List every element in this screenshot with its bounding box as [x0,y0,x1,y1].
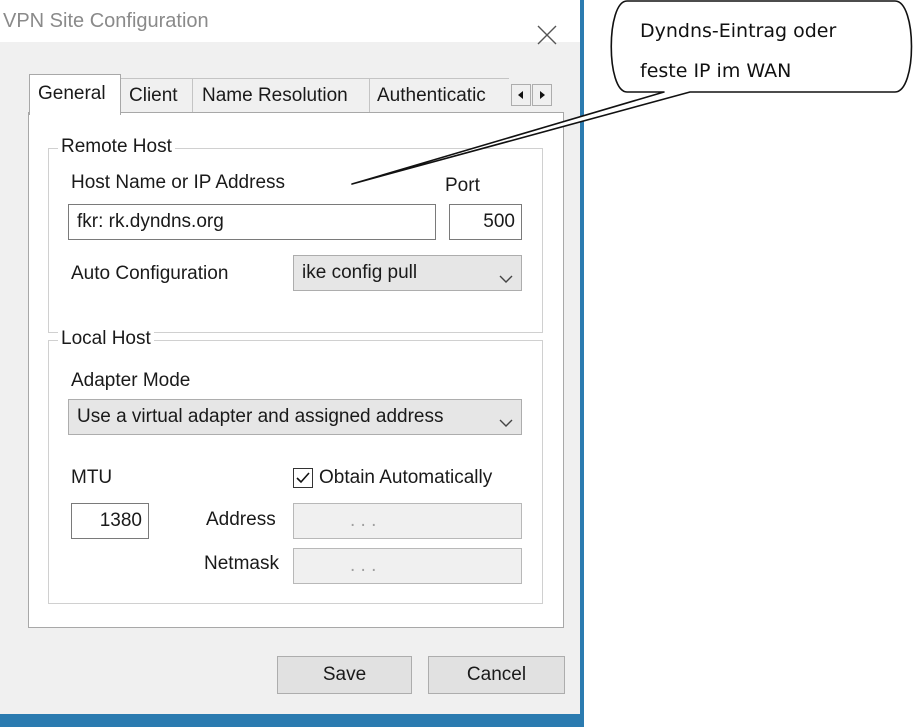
tab-client-label: Client [129,85,178,106]
auto-configuration-value: ike config pull [302,262,418,283]
obtain-automatically-checkbox[interactable] [293,468,313,488]
obtain-automatically-label: Obtain Automatically [319,467,493,488]
checkmark-icon [296,472,310,484]
tab-general-label: General [38,83,106,104]
chevron-down-icon [499,412,513,434]
host-name-input[interactable]: fkr: rk.dyndns.org [68,204,436,240]
mtu-label: MTU [71,467,113,488]
local-host-group: Local Host Adapter Mode Use a virtual ad… [48,328,543,604]
remote-host-legend: Remote Host [58,136,175,158]
auto-configuration-label: Auto Configuration [71,263,229,284]
dialog-window: VPN Site Configuration General Client Na… [0,0,584,727]
window-title: VPN Site Configuration [3,10,209,32]
auto-configuration-select[interactable]: ike config pull [293,255,522,291]
netmask-label: Netmask [204,553,279,574]
dialog-body: VPN Site Configuration General Client Na… [0,0,580,714]
triangle-left-icon [518,91,523,99]
tab-name-resolution[interactable]: Name Resolution [192,78,370,113]
adapter-mode-label: Adapter Mode [71,370,191,391]
cancel-button[interactable]: Cancel [428,656,565,694]
port-label: Port [445,175,480,196]
tab-authentication-label: Authenticatic [377,85,486,106]
port-input[interactable]: 500 [449,204,522,240]
tab-name-resolution-label: Name Resolution [202,85,348,106]
close-icon[interactable] [534,22,560,48]
adapter-mode-value: Use a virtual adapter and assigned addre… [77,406,444,427]
tab-authentication[interactable]: Authenticatic [369,78,509,113]
address-label: Address [206,509,276,530]
callout-line-1: Dyndns-Eintrag oder [640,20,837,42]
address-input[interactable]: . . . [293,503,522,539]
save-button[interactable]: Save [277,656,412,694]
tab-scroll-right-button[interactable] [532,84,552,106]
remote-host-group: Remote Host Host Name or IP Address Port… [48,136,543,333]
chevron-down-icon [499,268,513,290]
mtu-input[interactable]: 1380 [71,503,149,539]
tab-scroll-left-button[interactable] [511,84,531,106]
callout-line-2: feste IP im WAN [640,60,792,82]
host-name-label: Host Name or IP Address [71,172,286,193]
tab-general[interactable]: General [29,74,121,115]
adapter-mode-select[interactable]: Use a virtual adapter and assigned addre… [68,399,522,435]
netmask-input[interactable]: . . . [293,548,522,584]
title-bar[interactable]: VPN Site Configuration [0,0,580,45]
triangle-right-icon [540,91,545,99]
local-host-legend: Local Host [58,328,154,350]
tab-client[interactable]: Client [119,78,193,113]
general-tab-panel: Remote Host Host Name or IP Address Port… [28,112,564,628]
